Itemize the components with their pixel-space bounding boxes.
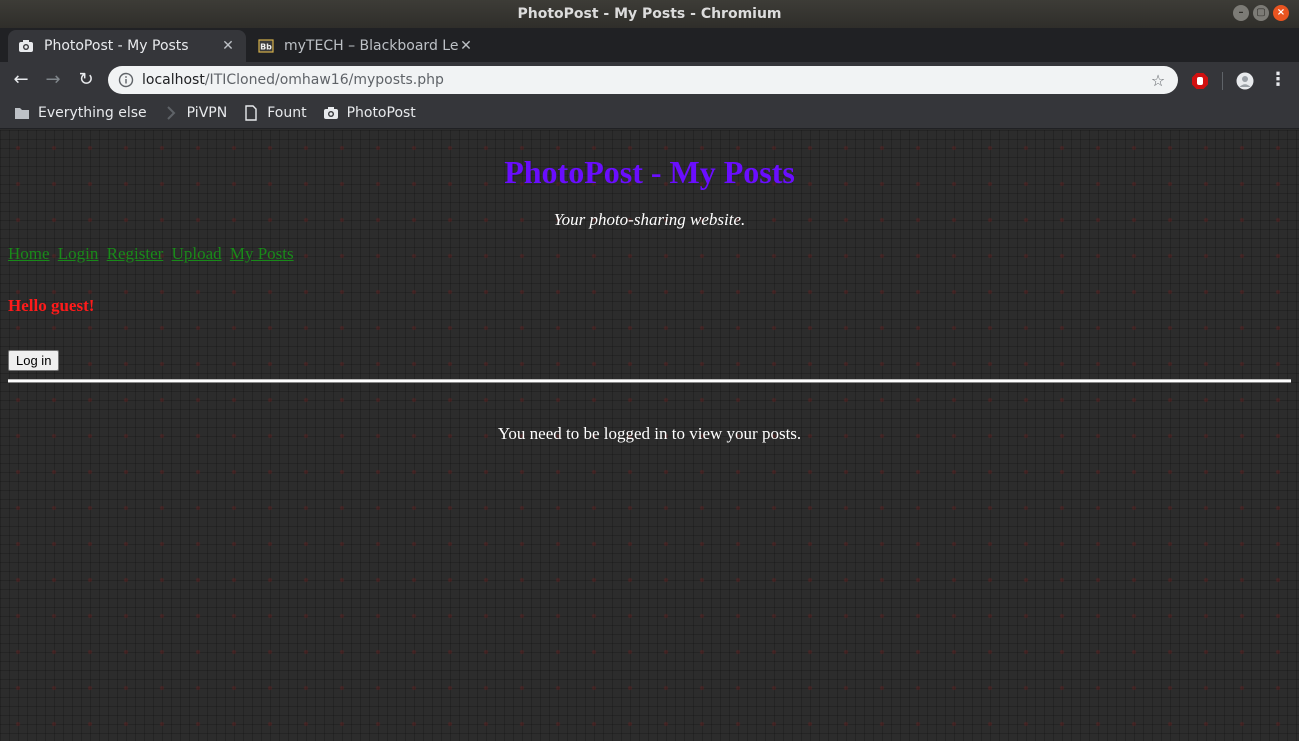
nav-link-login[interactable]: Login xyxy=(58,244,99,263)
bookmark-label: Fount xyxy=(267,105,307,121)
page-tagline: Your photo-sharing website. xyxy=(553,210,746,229)
tab-strip: PhotoPost - My Posts ✕ Bb myTECH – Black… xyxy=(0,28,1299,84)
nav-link-upload[interactable]: Upload xyxy=(172,244,222,263)
extension-stop-icon[interactable] xyxy=(1191,72,1209,90)
bookmark-everything-else[interactable]: Everything else xyxy=(14,105,147,121)
bookmark-star-icon[interactable]: ☆ xyxy=(1148,71,1168,90)
reload-button[interactable]: ↻ xyxy=(74,68,98,92)
camera-icon xyxy=(323,105,339,121)
login-required-message: You need to be logged in to view your po… xyxy=(497,424,802,443)
camera-icon xyxy=(18,38,34,54)
window-title: PhotoPost - My Posts - Chromium xyxy=(517,6,782,22)
bookmark-label: PhotoPost xyxy=(346,105,416,121)
tab-label: PhotoPost - My Posts xyxy=(44,38,189,54)
browser-toolbar: ← → ↻ localhost/ITICloned/omhaw16/mypost… xyxy=(0,62,1299,98)
nav-link-home[interactable]: Home xyxy=(8,244,50,263)
info-icon[interactable] xyxy=(118,72,134,88)
window-titlebar: PhotoPost - My Posts - Chromium – ▢ × xyxy=(0,0,1299,28)
nav-link-my-posts[interactable]: My Posts xyxy=(230,244,294,263)
close-tab-icon[interactable]: ✕ xyxy=(458,38,474,54)
close-window-button[interactable]: × xyxy=(1273,5,1289,21)
folder-icon xyxy=(14,105,30,121)
tab-blackboard[interactable]: Bb myTECH – Blackboard Lea ✕ xyxy=(248,30,484,62)
window-controls: – ▢ × xyxy=(1233,5,1289,21)
bookmark-label: Everything else xyxy=(38,105,147,121)
toolbar-separator xyxy=(1222,72,1223,90)
bookmark-pivpn[interactable]: PiVPN xyxy=(163,105,228,121)
url-host: localhost xyxy=(142,72,205,88)
nav-link-register[interactable]: Register xyxy=(107,244,164,263)
maximize-button[interactable]: ▢ xyxy=(1253,5,1269,21)
close-tab-icon[interactable]: ✕ xyxy=(220,38,236,54)
bookmark-label: PiVPN xyxy=(186,105,228,121)
blackboard-icon: Bb xyxy=(258,38,274,54)
tab-photopost[interactable]: PhotoPost - My Posts ✕ xyxy=(8,30,246,62)
url-text: localhost/ITICloned/omhaw16/myposts.php xyxy=(142,72,1148,88)
pivpn-icon xyxy=(163,105,179,121)
forward-button[interactable]: → xyxy=(41,68,65,92)
tab-label: myTECH – Blackboard Lea xyxy=(284,38,458,54)
url-path: /ITICloned/omhaw16/myposts.php xyxy=(204,72,444,88)
browser-menu-icon[interactable]: ⋮ xyxy=(1268,69,1288,91)
page-title: PhotoPost - My Posts xyxy=(504,154,795,190)
horizontal-divider xyxy=(8,379,1291,383)
bookmarks-bar: Everything else PiVPN Fount PhotoPost xyxy=(0,98,1299,129)
site-nav: Home Login Register Upload My Posts xyxy=(8,244,298,264)
page-content: PhotoPost - My Posts Your photo-sharing … xyxy=(0,130,1299,741)
address-bar[interactable]: localhost/ITICloned/omhaw16/myposts.php … xyxy=(108,66,1178,94)
profile-avatar-icon[interactable] xyxy=(1236,72,1254,90)
back-button[interactable]: ← xyxy=(9,68,33,92)
bookmark-photopost[interactable]: PhotoPost xyxy=(323,105,416,121)
login-button[interactable]: Log in xyxy=(8,350,60,371)
svg-text:Bb: Bb xyxy=(260,43,272,52)
greeting-text: Hello guest! xyxy=(8,296,95,315)
minimize-button[interactable]: – xyxy=(1233,5,1249,21)
bookmark-fount[interactable]: Fount xyxy=(243,105,307,121)
page-icon xyxy=(243,105,259,121)
